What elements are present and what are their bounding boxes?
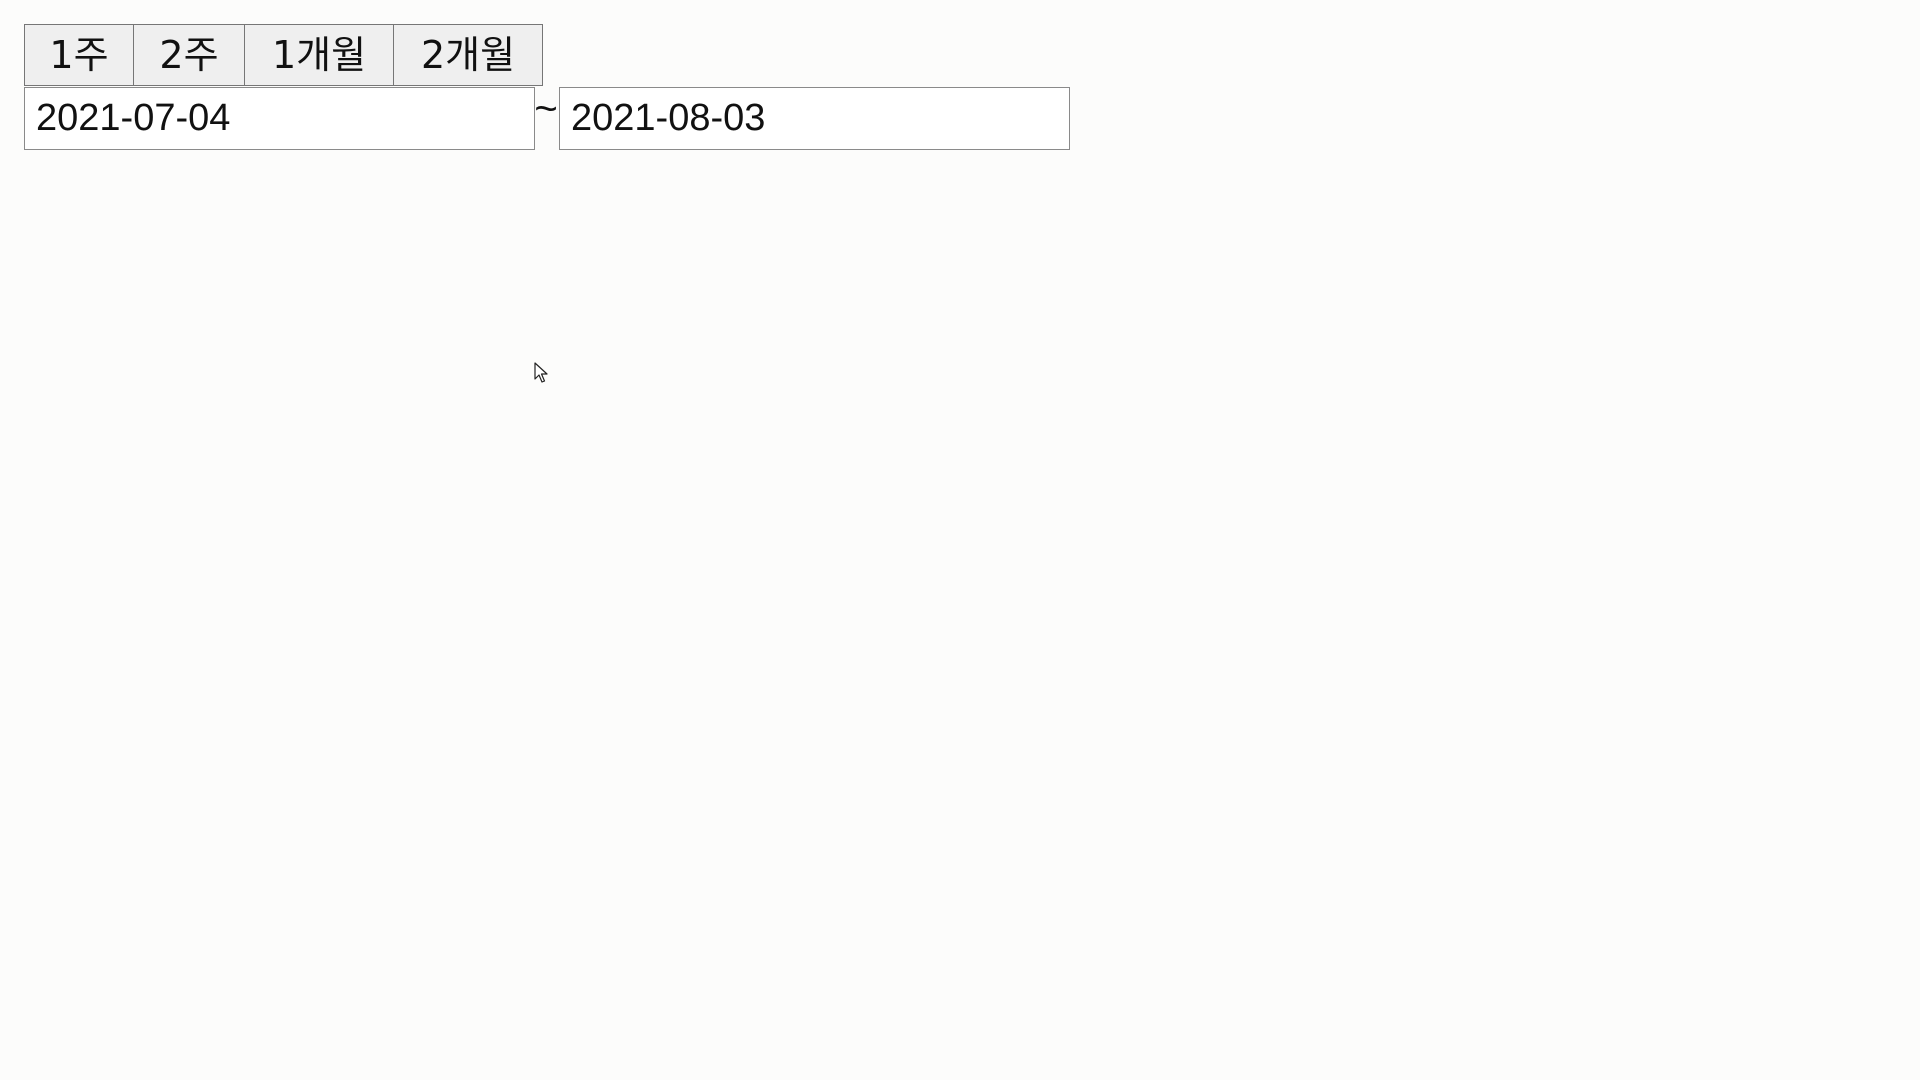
- mouse-pointer-icon: [534, 362, 548, 383]
- date-range-separator: ~: [534, 87, 558, 131]
- start-date-input[interactable]: [24, 87, 535, 150]
- one-month-button[interactable]: 1개월: [244, 24, 394, 86]
- period-button-group: 1주 2주 1개월 2개월: [24, 24, 543, 86]
- two-months-button[interactable]: 2개월: [393, 24, 543, 86]
- end-date-input[interactable]: [559, 87, 1070, 150]
- two-weeks-button[interactable]: 2주: [133, 24, 245, 86]
- one-week-button[interactable]: 1주: [24, 24, 134, 86]
